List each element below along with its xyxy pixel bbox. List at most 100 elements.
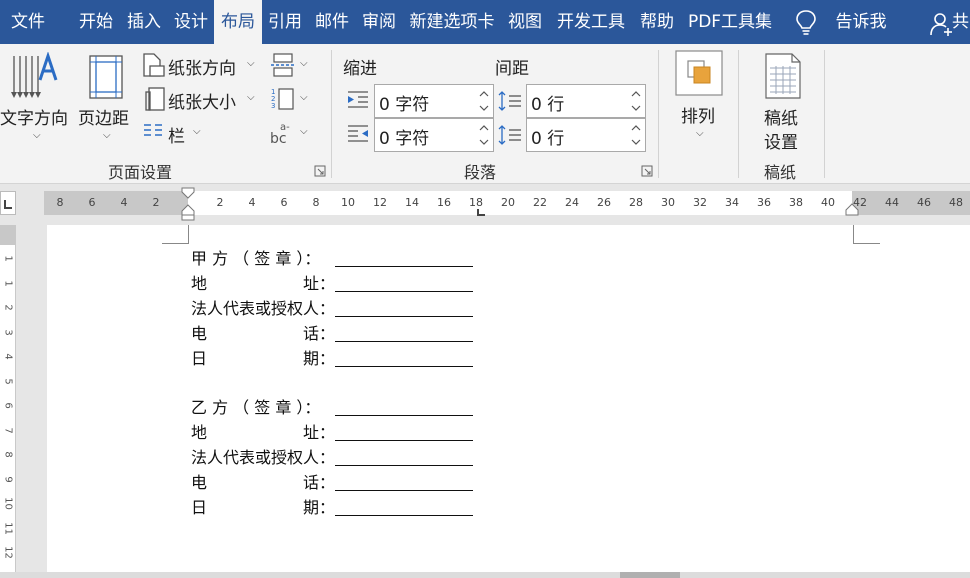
tab-new-tab[interactable]: 新建选项卡 — [404, 0, 500, 44]
chevron-down-icon: ⌵ — [247, 92, 255, 103]
word-window: 文件 开始 插入 设计 布局 引用 邮件 审阅 新建选项卡 视图 开发工具 帮助… — [0, 0, 970, 578]
vertical-ruler-tick-label: 4 — [2, 353, 14, 360]
group-separator — [824, 50, 825, 178]
signature-blank-underline[interactable] — [335, 266, 473, 267]
signature-blank-underline[interactable] — [335, 341, 473, 342]
vertical-ruler-tick-label: 3 — [2, 328, 14, 336]
tab-view[interactable]: 视图 — [502, 0, 548, 44]
indent-left-input[interactable]: 0 字符 — [374, 84, 494, 118]
tab-file[interactable]: 文件 — [0, 0, 56, 44]
size-label: 纸张大小 — [168, 93, 236, 113]
spin-arrows-icon[interactable] — [627, 85, 645, 117]
tab-stop-selector[interactable] — [0, 191, 16, 215]
tab-design[interactable]: 设计 — [168, 0, 214, 44]
indent-right-icon — [348, 125, 368, 142]
ruler-tick-label: 20 — [501, 196, 515, 209]
tab-insert[interactable]: 插入 — [121, 0, 167, 44]
signature-blank-underline[interactable] — [335, 366, 473, 367]
indent-heading: 缩进 — [343, 59, 377, 79]
tab-stop-marker-icon[interactable] — [476, 209, 486, 217]
margins-label: 页边距 — [78, 109, 129, 129]
vertical-ruler-tick-label: 8 — [2, 451, 14, 458]
group-label-manuscript: 稿纸 — [764, 163, 797, 182]
vertical-ruler-tick-label: 11 — [2, 521, 14, 535]
ruler-tick-label: 44 — [885, 196, 899, 209]
chevron-down-icon: ⌵ — [33, 130, 41, 141]
vertical-ruler-tick-label: 6 — [2, 402, 14, 409]
tab-mailings[interactable]: 邮件 — [309, 0, 355, 44]
ruler-tick-label: 8 — [56, 196, 64, 209]
spacing-before-icon — [498, 91, 521, 111]
columns-icon — [144, 124, 162, 136]
group-separator — [738, 50, 739, 178]
share-label[interactable]: 共 — [952, 0, 970, 44]
spacing-after-input[interactable]: 0 行 — [526, 118, 646, 152]
ruler-tick-label: 28 — [629, 196, 643, 209]
line-numbers-icon: 1 2 3 — [271, 88, 294, 110]
ruler-tick-label: 30 — [661, 196, 675, 209]
crop-mark-left-v — [188, 225, 189, 243]
horizontal-scrollbar[interactable] — [0, 572, 970, 578]
horizontal-scrollbar-thumb[interactable] — [620, 572, 680, 578]
tab-help[interactable]: 帮助 — [634, 0, 680, 44]
signature-blank-underline[interactable] — [335, 440, 473, 441]
right-indent-marker-icon[interactable] — [845, 203, 859, 217]
indent-markers-icon[interactable] — [180, 187, 196, 221]
chevron-down-icon: ⌵ — [193, 126, 201, 137]
vertical-ruler-tick-label: 1 — [2, 255, 14, 262]
spacing-before-value: 0 行 — [531, 95, 565, 115]
tell-me-label[interactable]: 告诉我 — [828, 0, 894, 44]
chevron-down-icon: ⌵ — [247, 58, 255, 69]
indent-right-input[interactable]: 0 字符 — [374, 118, 494, 152]
crop-mark-right-v — [853, 225, 854, 243]
signature-blank-underline[interactable] — [335, 490, 473, 491]
group-separator — [658, 50, 659, 178]
vertical-ruler-tick-label: 12 — [2, 546, 14, 559]
ruler-tick-label: 6 — [88, 196, 96, 209]
spacing-after-value: 0 行 — [531, 129, 565, 149]
signature-blank-underline[interactable] — [335, 291, 473, 292]
signature-blank-underline[interactable] — [335, 316, 473, 317]
ruler-tick-label: 22 — [533, 196, 547, 209]
ruler-tick-label: 12 — [373, 196, 387, 209]
tab-developer[interactable]: 开发工具 — [550, 0, 632, 44]
vertical-ruler[interactable]: 112345678910111213 — [0, 225, 16, 578]
signature-blank-underline[interactable] — [335, 515, 473, 516]
tab-review[interactable]: 审阅 — [356, 0, 402, 44]
horizontal-ruler[interactable]: 8 6 4 2 2 4 6 8 10 12 14 16 18 20 22 24 26 28 30 32 34 36 38 40… — [44, 187, 970, 221]
tab-references[interactable]: 引用 — [262, 0, 308, 44]
arrange-icon — [675, 50, 723, 96]
ruler-tick-label: 4 — [248, 196, 256, 209]
tab-pdf-tools[interactable]: PDF工具集 — [682, 0, 778, 44]
vertical-ruler-tick-label: 9 — [2, 475, 14, 483]
spin-arrows-icon[interactable] — [475, 85, 493, 117]
vertical-ruler-margin — [0, 225, 16, 245]
spacing-before-input[interactable]: 0 行 — [526, 84, 646, 118]
manuscript-label-line2: 设置 — [764, 133, 798, 153]
dialog-launcher-icon[interactable] — [641, 165, 653, 177]
spin-arrows-icon[interactable] — [627, 119, 645, 151]
vertical-ruler-tick-label: 5 — [2, 377, 14, 385]
ruler-tick-label: 18 — [469, 196, 483, 209]
signature-blank-underline[interactable] — [335, 415, 473, 416]
spin-arrows-icon[interactable] — [475, 119, 493, 151]
svg-text:3: 3 — [271, 102, 275, 110]
lightbulb-icon[interactable] — [795, 9, 817, 35]
dialog-launcher-icon[interactable] — [314, 165, 326, 177]
ruler-tick-label: 2 — [216, 196, 224, 209]
chevron-down-icon: ⌵ — [696, 128, 704, 139]
tab-home[interactable]: 开始 — [72, 0, 120, 44]
signature-field-label: 法人代表或授权人： — [191, 299, 336, 318]
document-page[interactable]: 甲 方 （ 签 章 ）：地址： 法人代表或授权人：电话：日期： 乙 方 （ 签 章… — [47, 225, 970, 573]
ruler-tick-label: 2 — [152, 196, 160, 209]
ruler-tick-label: 24 — [565, 196, 579, 209]
horizontal-ruler-area: 8 6 4 2 2 4 6 8 10 12 14 16 18 20 22 24 26 28 30 32 34 36 38 40… — [0, 185, 970, 225]
tab-layout[interactable]: 布局 — [214, 0, 262, 44]
signature-blank-underline[interactable] — [335, 465, 473, 466]
ruler-tick-label: 40 — [821, 196, 835, 209]
indent-left-icon — [348, 91, 368, 108]
vertical-ruler-tick-label: 1 — [2, 279, 14, 287]
orientation-label: 纸张方向 — [168, 59, 236, 79]
crop-mark-right-h — [853, 243, 880, 244]
text-direction-label: 文字方向 — [0, 109, 68, 129]
